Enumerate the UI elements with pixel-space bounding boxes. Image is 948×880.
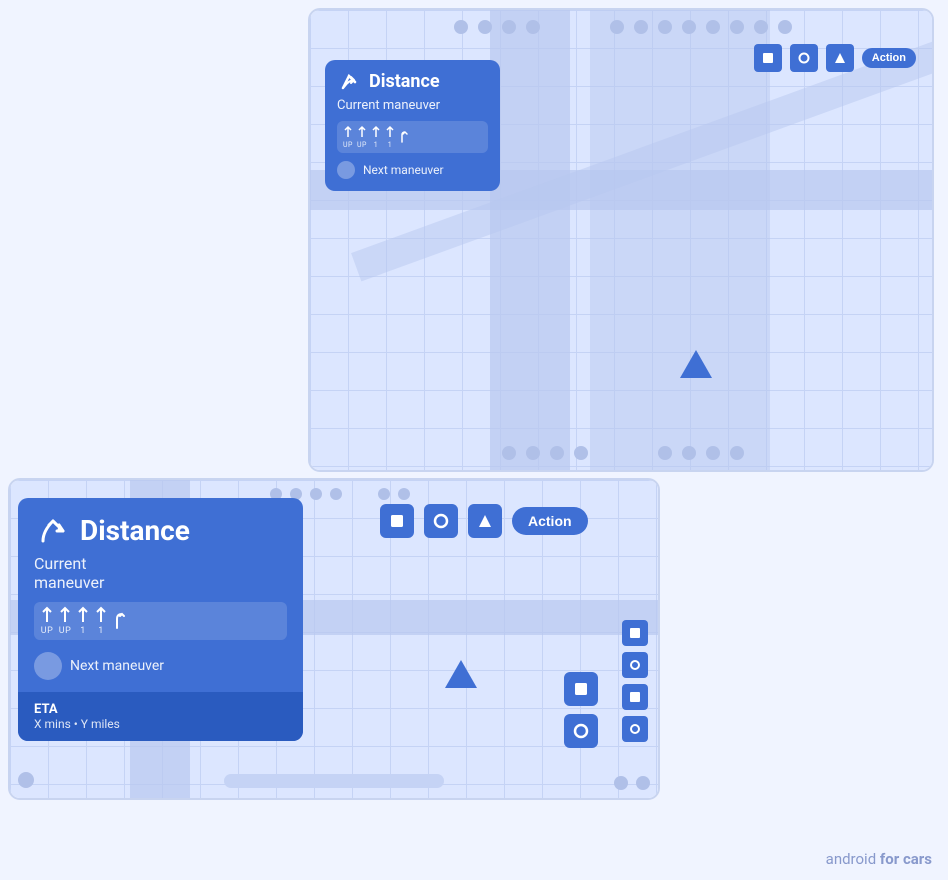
side-square-btn[interactable] (622, 620, 648, 646)
lane-up1: UP (343, 125, 353, 149)
dot (478, 20, 492, 34)
small-route-controls (564, 672, 598, 748)
nav-arrow-small (445, 660, 477, 688)
side-circle-btn2[interactable] (622, 716, 648, 742)
dot (730, 446, 744, 460)
small-bottom-pill (224, 774, 444, 788)
lane-bottom-1a: 1 (76, 606, 90, 636)
square-button-large[interactable] (754, 44, 782, 72)
dot (682, 446, 696, 460)
small-bottom-dots-right (614, 776, 650, 790)
dot (610, 20, 624, 34)
nav-arrow-large (680, 350, 712, 378)
dot (706, 446, 720, 460)
lanes-row-top: UP UP 1 1 (337, 121, 488, 153)
route-square-btn[interactable] (564, 672, 598, 706)
dot (502, 446, 516, 460)
eta-title: ETA (34, 702, 287, 717)
lane-turn (399, 130, 409, 144)
dot (550, 446, 564, 460)
distance-bottom: Distance (80, 517, 190, 545)
dot (658, 446, 672, 460)
large-bottom-dots (310, 446, 936, 460)
next-dot-bottom (34, 652, 62, 680)
eta-detail: X mins • Y miles (34, 717, 287, 731)
lane-bottom-up1: UP (40, 606, 54, 636)
lane-1a: 1 (371, 125, 381, 149)
turn-icon-bottom (34, 512, 72, 550)
triangle-button-large[interactable] (826, 44, 854, 72)
square-button-small[interactable] (380, 504, 414, 538)
next-maneuver-top: Next maneuver (337, 159, 488, 181)
lanes-row-bottom: UP UP 1 1 (34, 602, 287, 640)
route-circle-btn[interactable] (564, 714, 598, 748)
dot (502, 20, 516, 34)
dot (526, 446, 540, 460)
next-label-bottom: Next maneuver (70, 658, 164, 674)
distance-top: Distance (369, 73, 440, 91)
nav-card-bottom: Distance Currentmaneuver UP UP 1 1 (18, 498, 303, 741)
dot (658, 20, 672, 34)
side-square-btn2[interactable] (622, 684, 648, 710)
large-top-dots (310, 20, 936, 34)
dot (730, 20, 744, 34)
lane-1b: 1 (385, 125, 395, 149)
lane-bottom-up2: UP (58, 606, 72, 636)
nav-card-main: Distance Currentmaneuver UP UP 1 1 (18, 498, 303, 692)
turn-icon-top (337, 70, 361, 94)
action-button-small[interactable]: Action (512, 507, 588, 535)
next-label-top: Next maneuver (363, 163, 444, 177)
maneuver-top: Current maneuver (337, 98, 488, 113)
dot (754, 20, 768, 34)
dot (778, 20, 792, 34)
watermark-brand: for cars (880, 850, 932, 868)
small-top-controls: Action (380, 504, 588, 538)
next-maneuver-bottom: Next maneuver (34, 650, 287, 682)
circle-button-small[interactable] (424, 504, 458, 538)
dot (526, 20, 540, 34)
side-circle-btn[interactable] (622, 652, 648, 678)
lane-up2: UP (357, 125, 367, 149)
dot (574, 446, 588, 460)
triangle-button-small[interactable] (468, 504, 502, 538)
dot (634, 20, 648, 34)
dot (706, 20, 720, 34)
lane-bottom-turn (112, 612, 126, 630)
lane-bottom-1b: 1 (94, 606, 108, 636)
next-dot-top (337, 161, 355, 179)
watermark: android for cars (826, 850, 932, 868)
small-bottom-dots-left (18, 772, 34, 788)
maneuver-bottom: Currentmaneuver (34, 554, 287, 592)
large-top-controls: Action (754, 44, 916, 72)
small-side-controls (622, 620, 648, 742)
action-button-large[interactable]: Action (862, 48, 916, 68)
eta-section: ETA X mins • Y miles (18, 692, 303, 741)
circle-button-large[interactable] (790, 44, 818, 72)
dot (454, 20, 468, 34)
nav-card-top: Distance Current maneuver UP UP 1 1 Next… (325, 60, 500, 191)
dot (682, 20, 696, 34)
